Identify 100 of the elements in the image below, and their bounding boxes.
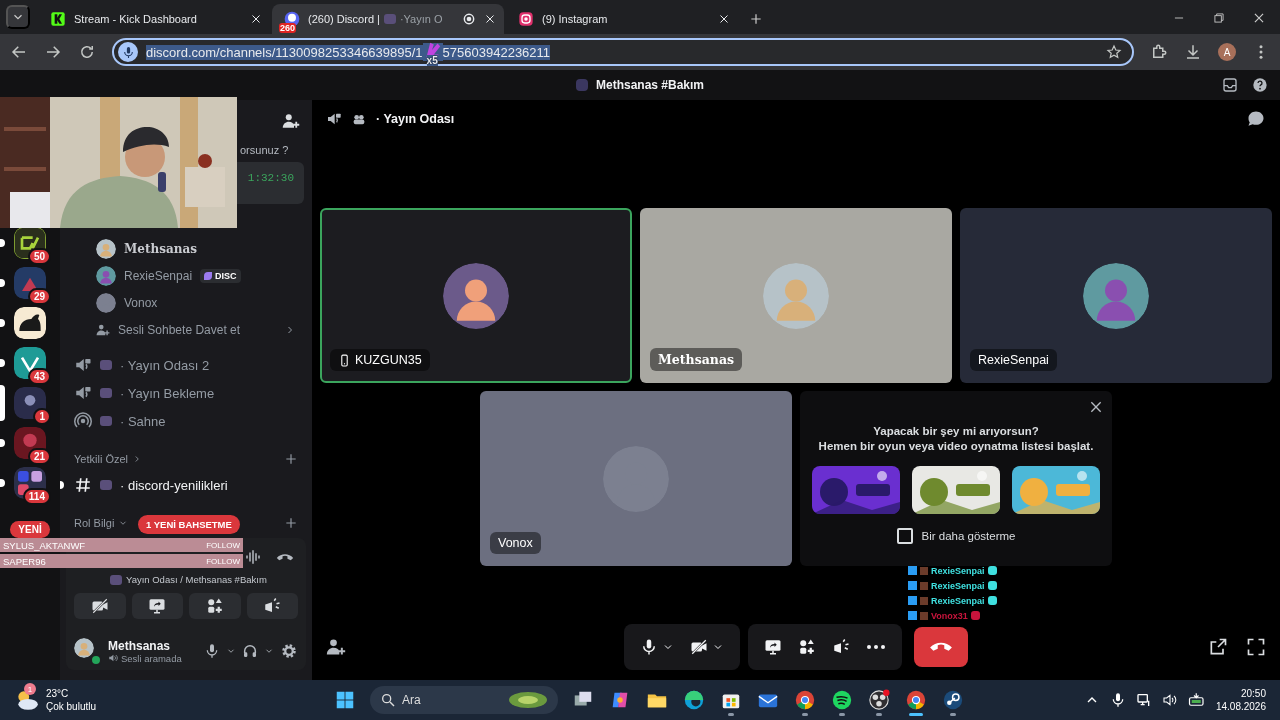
temperature: 23°C [46, 687, 70, 700]
status-dot [90, 654, 102, 666]
windows-icon [334, 689, 356, 711]
mention-pill[interactable]: 1 YENİ BAHSETME [138, 515, 240, 534]
add-icon[interactable] [284, 452, 298, 466]
speaker-icon [326, 111, 342, 127]
browser-tab[interactable]: Stream - Kick Dashboard [38, 4, 270, 34]
hang-up-icon [929, 641, 953, 653]
server-icon[interactable] [14, 387, 46, 419]
checkbox-label[interactable]: Bir daha gösterme [921, 530, 1016, 542]
close-button[interactable] [1088, 399, 1104, 415]
settings-icon[interactable] [280, 642, 298, 660]
speaker-icon [74, 356, 92, 374]
voice-search-button[interactable] [118, 42, 138, 62]
mic-icon[interactable] [204, 643, 220, 659]
channel-name[interactable]: · discord-yenilikleri [120, 477, 228, 493]
browser-tab[interactable]: (9) Instagram [506, 4, 738, 34]
category-name[interactable]: Yetkili Özel [74, 453, 128, 465]
emoji-icon [383, 14, 396, 24]
camera-button[interactable] [74, 593, 126, 619]
volume-icon[interactable] [1161, 692, 1178, 708]
screen-share-button[interactable] [131, 593, 183, 619]
member-name[interactable]: Vonox [124, 295, 158, 310]
star-icon[interactable] [1106, 44, 1122, 60]
record-app-icon[interactable] [868, 689, 890, 711]
steam-icon[interactable] [942, 689, 964, 711]
soundboard-button[interactable] [246, 593, 298, 619]
inbox-icon[interactable] [1222, 77, 1238, 93]
camera-logo-icon [518, 11, 534, 27]
speaker-icon [108, 653, 118, 663]
fullscreen-icon[interactable] [1246, 637, 1266, 657]
help-icon[interactable] [1252, 77, 1268, 93]
video-tile[interactable]: Vonox [480, 391, 792, 566]
url-text: discord.com/channels/1130098253346639895/1 [146, 44, 423, 60]
download-icon[interactable] [1184, 43, 1202, 61]
video-tile[interactable]: Methsanas [640, 208, 952, 383]
add-icon[interactable] [284, 516, 298, 530]
close-icon[interactable] [718, 13, 730, 25]
avatar [443, 262, 509, 329]
network-icon[interactable] [1135, 692, 1152, 708]
address-bar[interactable]: discord.com/channels/1130098253346639895/1 x5 575603942236211 [112, 38, 1134, 66]
browser-tab[interactable]: 260 (260) Discord | ·Yayın O [272, 4, 504, 34]
battery-icon[interactable] [1187, 691, 1206, 709]
group-icon [352, 112, 366, 126]
close-icon[interactable] [250, 13, 262, 25]
clock-time[interactable]: 20:50 [1215, 687, 1266, 700]
puzzle-icon[interactable] [1150, 43, 1168, 61]
record-icon [462, 12, 476, 26]
new-pill[interactable]: YENİ [10, 521, 50, 538]
browser-icon[interactable] [683, 689, 705, 711]
tab-title: (9) Instagram [542, 13, 609, 25]
channel-name[interactable]: · Yayın Odası 2 [120, 357, 210, 373]
voice-location[interactable]: Yayın Odası / Methsanas #Bakım [126, 574, 267, 585]
member-name[interactable]: RexieSenpai [124, 268, 193, 283]
checkbox[interactable] [896, 528, 913, 544]
emoji-icon [100, 416, 112, 426]
close-icon[interactable] [1252, 11, 1266, 25]
close-icon[interactable] [484, 13, 496, 25]
reload-icon[interactable] [78, 43, 96, 61]
logo-icon [50, 11, 66, 27]
member-name[interactable]: Methsanas [124, 241, 197, 256]
category-name[interactable]: Rol Bilgi [74, 517, 115, 529]
hang-up-icon[interactable] [276, 552, 294, 562]
browser-icon[interactable] [794, 689, 816, 711]
avatar [1083, 262, 1149, 329]
server-icon[interactable] [14, 307, 46, 339]
back-icon[interactable] [10, 43, 28, 61]
server-icon[interactable] [14, 347, 46, 379]
add-user-icon[interactable] [326, 637, 346, 657]
landscape-icon [508, 691, 548, 709]
channel-name[interactable]: · Yayın Bekleme [120, 385, 215, 401]
tab-title: ·Yayın O [399, 13, 443, 25]
browser-icon[interactable] [905, 689, 927, 711]
server-icon[interactable] [14, 267, 46, 299]
forward-icon[interactable] [44, 43, 62, 61]
user-name: Methsanas [108, 638, 172, 653]
invite-link[interactable]: Sesli Sohbete Davet et [118, 322, 241, 337]
video-tile[interactable]: KUZGUN35 [320, 208, 632, 383]
emoji-icon [110, 574, 122, 585]
add-user-icon[interactable] [282, 112, 300, 130]
channel-name[interactable]: · Sahne [120, 413, 166, 429]
participant-name: RexieSenpai [978, 353, 1049, 367]
headphones-icon[interactable] [242, 643, 258, 659]
profile-avatar[interactable]: A [1218, 43, 1236, 61]
participant-name: Methsanas [658, 352, 734, 367]
more-icon [866, 644, 886, 650]
restore-icon[interactable] [1212, 11, 1226, 25]
popout-icon[interactable] [1208, 637, 1228, 657]
search-field[interactable]: Ara [370, 686, 558, 714]
avatar [96, 292, 116, 313]
new-tab-icon[interactable] [748, 11, 764, 27]
activities-button[interactable] [189, 593, 241, 619]
window-title: Methsanas #Bakım [595, 78, 704, 92]
camera-off-icon [90, 597, 109, 615]
tab-search-button[interactable] [6, 5, 30, 29]
music-app-icon[interactable] [831, 689, 853, 711]
hang-up-button[interactable] [914, 627, 968, 667]
server-icon[interactable] [14, 427, 46, 459]
clock-date[interactable]: 14.08.2026 [1215, 700, 1266, 713]
video-tile[interactable]: RexieSenpai [960, 208, 1272, 383]
